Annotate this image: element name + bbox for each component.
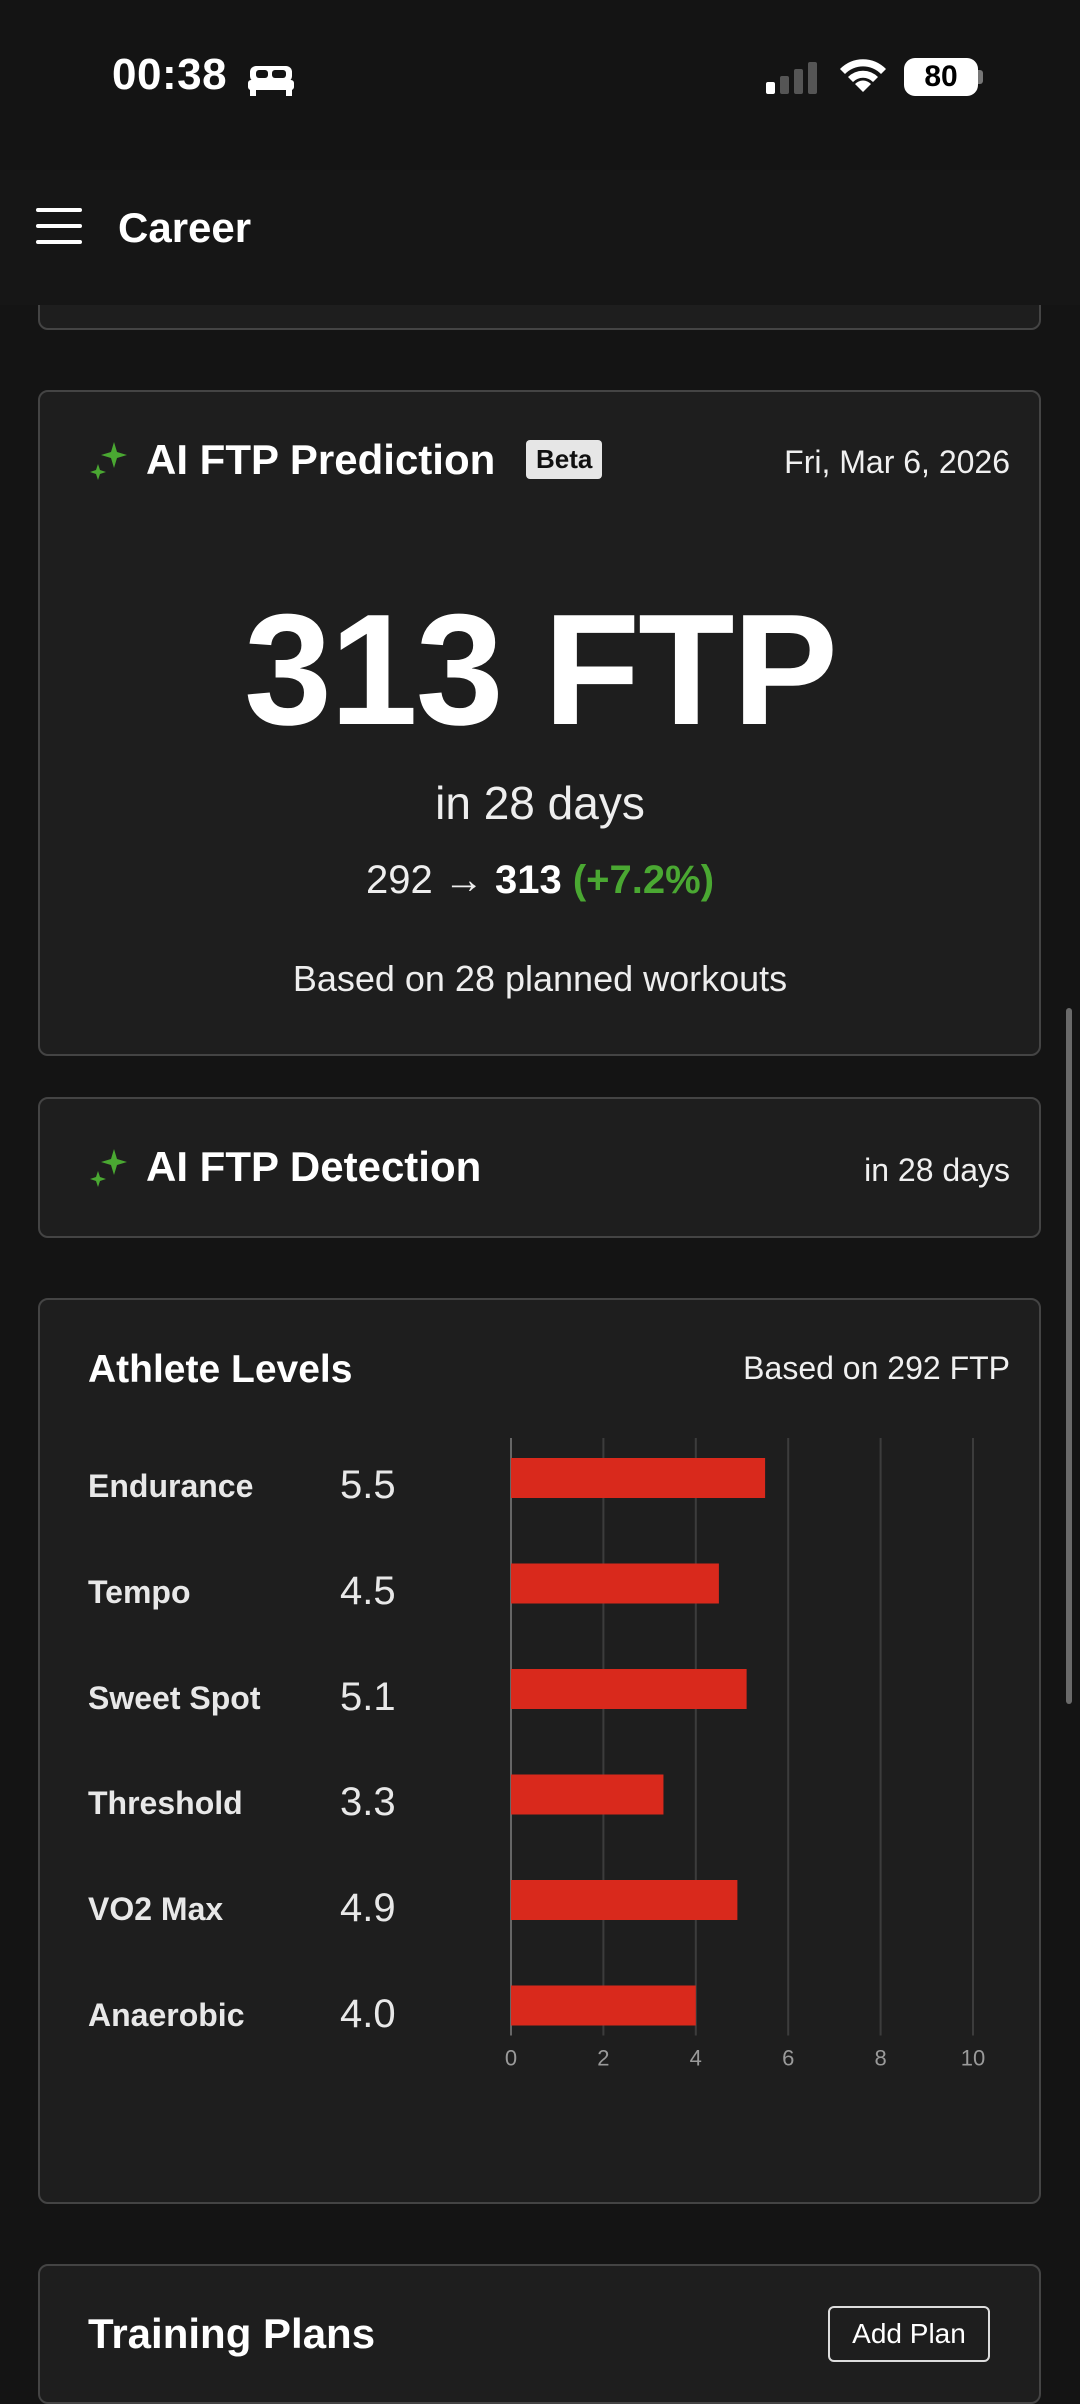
ftp-to: 313 <box>494 858 562 902</box>
hamburger-menu-icon[interactable] <box>36 208 82 246</box>
level-value: 5.5 <box>340 1463 396 1507</box>
ftp-from: 292 <box>365 858 433 902</box>
level-label: Tempo <box>88 1574 191 1610</box>
sleep-focus-icon <box>248 66 294 96</box>
athlete-levels-chart: 0 2 4 6 8 10 <box>505 1438 985 2071</box>
cellular-signal-icon <box>766 62 817 94</box>
add-plan-button[interactable]: Add Plan <box>828 2306 990 2362</box>
prediction-date: Fri, Mar 6, 2026 <box>784 444 1010 480</box>
ftp-change: 292 → 313 (+7.2%) <box>0 858 1080 903</box>
detection-title: AI FTP Detection <box>146 1143 482 1190</box>
level-bar-tempo <box>511 1563 719 1604</box>
level-bar-anaerobic <box>511 1985 696 2026</box>
level-value: 4.0 <box>340 1992 396 2036</box>
athlete-levels-basis: Based on 292 FTP <box>743 1350 1010 1386</box>
x-tick-label: 4 <box>690 2046 702 2071</box>
status-time: 00:38 <box>112 50 228 99</box>
level-value: 4.5 <box>340 1569 396 1613</box>
level-label: Sweet Spot <box>88 1680 261 1716</box>
predicted-ftp-value: 313 FTP <box>244 582 838 758</box>
level-label: Endurance <box>88 1468 254 1504</box>
x-tick-label: 2 <box>597 2046 609 2071</box>
level-bar-vo2-max <box>511 1880 738 1920</box>
detection-timeframe: in 28 days <box>864 1152 1010 1188</box>
page-title: Career <box>118 204 252 251</box>
level-bar-endurance <box>511 1458 766 1498</box>
level-value: 4.9 <box>340 1886 396 1930</box>
wifi-icon <box>840 59 886 92</box>
training-plans-title: Training Plans <box>88 2310 376 2357</box>
level-value: 5.1 <box>340 1675 396 1719</box>
arrow-icon: → <box>443 858 484 902</box>
x-tick-label: 0 <box>505 2046 517 2071</box>
level-bar-threshold <box>511 1774 664 1815</box>
sparkle-icon <box>90 442 127 480</box>
level-label: VO2 Max <box>88 1891 224 1927</box>
prediction-timeframe: in 28 days <box>435 777 645 829</box>
level-label: Anaerobic <box>88 1997 245 2033</box>
athlete-levels-title: Athlete Levels <box>88 1348 353 1391</box>
prediction-title: AI FTP Prediction <box>146 436 496 483</box>
prediction-basis: Based on 28 planned workouts <box>292 958 788 999</box>
x-tick-label: 8 <box>874 2046 886 2071</box>
battery-indicator: 80 <box>904 58 978 96</box>
level-label: Threshold <box>88 1785 243 1821</box>
beta-badge: Beta <box>526 440 603 479</box>
scrollbar[interactable] <box>1066 1008 1072 1704</box>
level-bar-sweet-spot <box>511 1669 747 1709</box>
level-value: 3.3 <box>340 1780 396 1824</box>
sparkle-icon <box>90 1149 127 1187</box>
x-tick-label: 10 <box>961 2046 985 2071</box>
ftp-change-percent: (+7.2%) <box>572 858 715 902</box>
x-tick-label: 6 <box>782 2046 794 2071</box>
battery-nub <box>978 70 983 84</box>
